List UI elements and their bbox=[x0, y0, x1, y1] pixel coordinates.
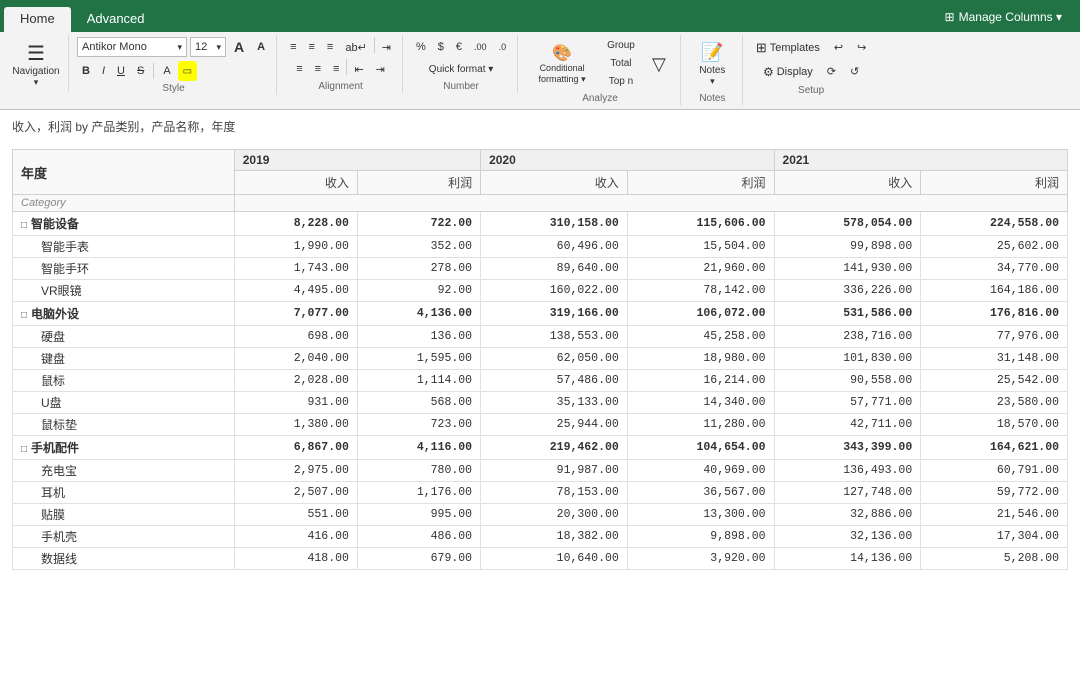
notes-button[interactable]: 📝 Notes ▾ bbox=[694, 37, 730, 91]
navigation-button[interactable]: ☰ Navigation ▾ bbox=[10, 37, 62, 91]
chevron-down-icon: ▾ bbox=[34, 77, 39, 88]
table-row: 鼠标2,028.001,114.0057,486.0016,214.0090,5… bbox=[13, 370, 1068, 392]
style-group-label: Style bbox=[162, 83, 184, 95]
size-dropdown-icon: ▾ bbox=[216, 42, 221, 53]
table-row: 数据线418.00679.0010,640.003,920.0014,136.0… bbox=[13, 548, 1068, 570]
font-color-button[interactable]: A bbox=[158, 61, 175, 81]
year-2021-header: 2021 bbox=[774, 150, 1067, 171]
display-button[interactable]: ⚙ Display bbox=[758, 61, 818, 83]
font-size-selector[interactable]: 12 ▾ bbox=[190, 37, 226, 57]
conditional-formatting-button[interactable]: 🎨 Conditional formatting ▾ bbox=[526, 37, 598, 91]
total-button[interactable]: Total bbox=[602, 55, 640, 71]
align-center2-button[interactable]: ≡ bbox=[310, 59, 326, 79]
year-column-header: 年度 bbox=[13, 150, 235, 195]
quick-format-button[interactable]: Quick format ▾ bbox=[424, 59, 498, 79]
refresh-button[interactable]: ⟳ bbox=[822, 61, 841, 81]
indent-button[interactable]: ⇥ bbox=[377, 37, 396, 57]
table-row: 充电宝2,975.00780.0091,987.0040,969.00136,4… bbox=[13, 460, 1068, 482]
decrease-font-button[interactable]: A bbox=[252, 37, 270, 57]
table-row: 贴膜551.00995.0020,300.0013,300.0032,886.0… bbox=[13, 504, 1068, 526]
navigation-label: Navigation bbox=[12, 66, 59, 77]
outdent-button[interactable]: ⇤ bbox=[349, 59, 368, 79]
table-row: 手机壳416.00486.0018,382.009,898.0032,136.0… bbox=[13, 526, 1068, 548]
setup-group-label: Setup bbox=[798, 85, 824, 97]
align-center-button[interactable]: ≡ bbox=[304, 37, 320, 57]
group-button[interactable]: Group bbox=[602, 37, 640, 53]
col-header-2021-profit: 利润 bbox=[921, 171, 1068, 195]
tab-advanced[interactable]: Advanced bbox=[71, 7, 161, 32]
number-group-label: Number bbox=[443, 81, 479, 93]
col-header-2020-profit: 利润 bbox=[627, 171, 774, 195]
filter-button[interactable]: ▽ bbox=[644, 37, 674, 91]
percent-button[interactable]: % bbox=[411, 37, 431, 57]
subtitle: 收入，利润 by 产品类别，产品名称，年度 bbox=[12, 118, 1068, 135]
notes-group-label: Notes bbox=[699, 93, 725, 105]
reset-button[interactable]: ↺ bbox=[845, 61, 864, 81]
currency-euro-button[interactable]: € bbox=[451, 37, 467, 57]
conditional-icon: 🎨 bbox=[552, 43, 572, 63]
decimal-decrease-button[interactable]: .0 bbox=[494, 37, 512, 57]
year-2020-header: 2020 bbox=[481, 150, 774, 171]
table-row: VR眼镜4,495.0092.00160,022.0078,142.00336,… bbox=[13, 280, 1068, 302]
analyze-group-label: Analyze bbox=[582, 93, 618, 105]
undo-button[interactable]: ↩ bbox=[829, 37, 848, 57]
templates-icon: ⊞ bbox=[756, 40, 767, 56]
wrap-text-button[interactable]: ab↵ bbox=[340, 37, 371, 57]
italic-button[interactable]: I bbox=[97, 61, 110, 81]
col-header-2020-rev: 收入 bbox=[481, 171, 628, 195]
table-row: 鼠标垫1,380.00723.0025,944.0011,280.0042,71… bbox=[13, 414, 1068, 436]
manage-columns-button[interactable]: ⊞ Manage Columns ▾ bbox=[935, 4, 1072, 30]
col-header-2019-rev: 收入 bbox=[234, 171, 357, 195]
group-row: □手机配件6,867.004,116.00219,462.00104,654.0… bbox=[13, 436, 1068, 460]
font-dropdown-icon: ▾ bbox=[177, 42, 182, 53]
category-column-label: Category bbox=[13, 195, 235, 212]
columns-icon: ⊞ bbox=[945, 10, 955, 24]
decimal-increase-button[interactable]: .00 bbox=[469, 37, 492, 57]
alignment-group-label: Alignment bbox=[318, 81, 362, 93]
group-row: □电脑外设7,077.004,136.00319,166.00106,072.0… bbox=[13, 302, 1068, 326]
table-row: 耳机2,507.001,176.0078,153.0036,567.00127,… bbox=[13, 482, 1068, 504]
table-row: 硬盘698.00136.00138,553.0045,258.00238,716… bbox=[13, 326, 1068, 348]
notes-dropdown-icon: ▾ bbox=[710, 76, 715, 87]
redo-button[interactable]: ↪ bbox=[852, 37, 871, 57]
group-row: □智能设备8,228.00722.00310,158.00115,606.005… bbox=[13, 212, 1068, 236]
table-row: 键盘2,040.001,595.0062,050.0018,980.00101,… bbox=[13, 348, 1068, 370]
table-row: 智能手环1,743.00278.0089,640.0021,960.00141,… bbox=[13, 258, 1068, 280]
strikethrough-button[interactable]: S bbox=[132, 61, 149, 81]
col-header-2019-profit: 利润 bbox=[357, 171, 480, 195]
align-right2-button[interactable]: ≡ bbox=[328, 59, 344, 79]
table-row: U盘931.00568.0035,133.0014,340.0057,771.0… bbox=[13, 392, 1068, 414]
top-n-button[interactable]: Top n bbox=[602, 73, 640, 89]
increase-font-button[interactable]: A bbox=[229, 37, 249, 57]
currency-dollar-button[interactable]: $ bbox=[433, 37, 449, 57]
tab-home[interactable]: Home bbox=[4, 7, 71, 32]
bold-button[interactable]: B bbox=[77, 61, 95, 81]
year-2019-header: 2019 bbox=[234, 150, 480, 171]
font-selector[interactable]: Antikor Mono ▾ bbox=[77, 37, 187, 57]
align-left-button[interactable]: ≡ bbox=[285, 37, 301, 57]
align-right-button[interactable]: ≡ bbox=[322, 37, 338, 57]
notes-icon: 📝 bbox=[701, 42, 723, 63]
filter-icon: ▽ bbox=[652, 54, 666, 75]
templates-button[interactable]: ⊞ Templates bbox=[751, 37, 825, 59]
highlight-button[interactable]: ▭ bbox=[178, 61, 197, 81]
col-header-2021-rev: 收入 bbox=[774, 171, 921, 195]
align-left2-button[interactable]: ≡ bbox=[291, 59, 307, 79]
navigation-icon: ☰ bbox=[27, 41, 45, 66]
table-row: 智能手表1,990.00352.0060,496.0015,504.0099,8… bbox=[13, 236, 1068, 258]
underline-button[interactable]: U bbox=[112, 61, 130, 81]
indent2-button[interactable]: ⇥ bbox=[371, 59, 390, 79]
display-icon: ⚙ bbox=[763, 65, 774, 79]
